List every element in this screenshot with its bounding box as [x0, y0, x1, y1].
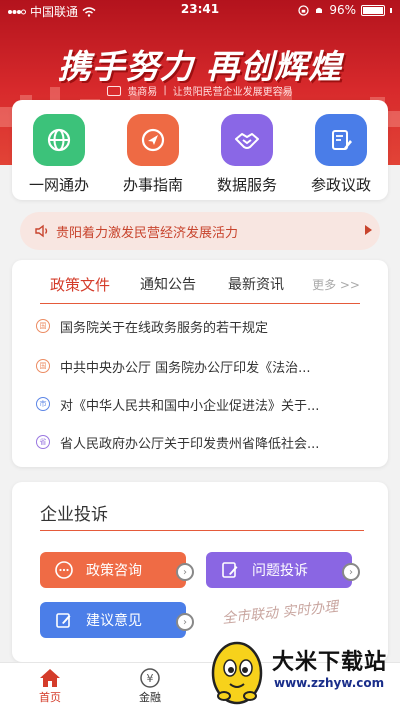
news-card: 政策文件 通知公告 最新资讯 更多 >> 国 国务院关于在线政务服务的若干规定 … — [12, 260, 388, 467]
service-label: 数据服务 — [216, 176, 277, 194]
nav-finance[interactable]: ¥ 金融 — [120, 667, 180, 705]
tab-notices[interactable]: 通知公告 — [140, 274, 196, 294]
service-politics[interactable]: 参政议政 — [298, 114, 384, 200]
battery-icon — [361, 4, 385, 16]
news-tabs: 政策文件 通知公告 最新资讯 更多 >> — [40, 260, 360, 304]
gui-shang-yi-logo-icon — [107, 85, 122, 96]
hero-subtitle-divider: | — [163, 85, 167, 96]
watermark-title: 大米下载站 — [272, 650, 388, 675]
suggestion-button[interactable]: 建议意见 › — [40, 602, 194, 638]
battery-tip — [390, 7, 392, 13]
state-council-icon: 国 — [36, 359, 50, 373]
ticker-text: 贵阳着力激发民营经济发展活力 — [56, 225, 239, 241]
chat-bubble-icon — [55, 561, 73, 579]
battery-percent: 96% — [329, 3, 356, 17]
home-icon — [40, 669, 60, 687]
service-label: 一网通办 — [28, 176, 89, 194]
news-title: 中共中央办公厅 国务院办公厅印发《法治... — [60, 360, 311, 376]
list-item[interactable]: 市 对《中华人民共和国中小企业促进法》关于... — [36, 394, 366, 414]
button-label: 建议意见 — [86, 613, 142, 629]
service-label: 参政议政 — [310, 176, 371, 194]
list-item[interactable]: 国 国务院关于在线政务服务的若干规定 — [36, 316, 366, 336]
enterprise-complaint-card: 企业投诉 政策咨询 › 问题投诉 › 建议意见 › — [12, 482, 388, 662]
watermark-url: www.zzhyw.com — [274, 676, 385, 690]
alarm-icon — [316, 7, 323, 13]
status-bar: 中国联通 23:41 96% — [0, 0, 400, 20]
province-icon: 省 — [36, 435, 50, 449]
hero-subtitle: 贵商易 | 让贵阳民营企业发展更容易 — [0, 83, 400, 98]
problem-complaint-button[interactable]: 问题投诉 › — [206, 552, 360, 588]
complaint-divider — [40, 530, 364, 531]
tab-policy-documents[interactable]: 政策文件 — [50, 274, 110, 295]
play-arrow-icon[interactable] — [365, 225, 372, 235]
lock-rotation-icon — [298, 4, 309, 16]
pen-paper-icon — [56, 613, 71, 628]
yuan-coin-icon: ¥ — [140, 668, 160, 688]
chevron-right-icon: › — [342, 563, 360, 581]
service-data[interactable]: 数据服务 — [204, 114, 290, 200]
news-title: 省人民政府办公厅关于印发贵州省降低社会... — [60, 436, 320, 452]
nav-home[interactable]: 首页 — [20, 667, 80, 705]
news-title: 国务院关于在线政务服务的若干规定 — [60, 320, 269, 336]
globe-icon — [33, 114, 85, 166]
news-ticker[interactable]: 贵阳着力激发民营经济发展活力 — [20, 212, 380, 250]
document-edit-icon — [315, 114, 367, 166]
hero-subtitle-brand: 贵商易 — [127, 87, 158, 98]
tab-latest-news[interactable]: 最新资讯 — [228, 274, 284, 294]
svg-text:¥: ¥ — [147, 672, 154, 685]
service-guide[interactable]: 办事指南 — [110, 114, 196, 200]
news-title: 对《中华人民共和国中小企业促进法》关于... — [60, 398, 320, 414]
more-link[interactable]: 更多 >> — [312, 276, 360, 293]
complaint-title: 企业投诉 — [40, 505, 108, 525]
list-item[interactable]: 国 中共中央办公厅 国务院办公厅印发《法治... — [36, 356, 366, 376]
chevron-right-icon: › — [176, 563, 194, 581]
rice-mascot-icon — [211, 641, 263, 705]
nav-label: 金融 — [139, 691, 161, 704]
hero-subtitle-tagline: 让贵阳民营企业发展更容易 — [172, 87, 293, 98]
policy-consult-button[interactable]: 政策咨询 › — [40, 552, 194, 588]
list-item[interactable]: 省 省人民政府办公厅关于印发贵州省降低社会... — [36, 432, 366, 452]
handshake-icon — [221, 114, 273, 166]
nav-label: 首页 — [39, 691, 61, 704]
hero-slogan: 携手努力 再创辉煌 — [57, 47, 343, 86]
state-council-icon: 国 — [36, 319, 50, 333]
site-watermark: 大米下载站 www.zzhyw.com — [206, 636, 396, 706]
edit-document-icon — [222, 562, 238, 578]
service-label: 办事指南 — [122, 176, 183, 194]
province-icon: 市 — [36, 397, 50, 411]
button-label: 问题投诉 — [252, 563, 308, 579]
speaker-icon — [35, 224, 48, 238]
service-one-net-office[interactable]: 一网通办 — [16, 114, 102, 200]
chevron-right-icon: › — [176, 613, 194, 631]
quick-services-card: 一网通办 办事指南 数据服务 参政议政 — [12, 100, 388, 200]
button-label: 政策咨询 — [86, 563, 142, 579]
navigation-icon — [127, 114, 179, 166]
